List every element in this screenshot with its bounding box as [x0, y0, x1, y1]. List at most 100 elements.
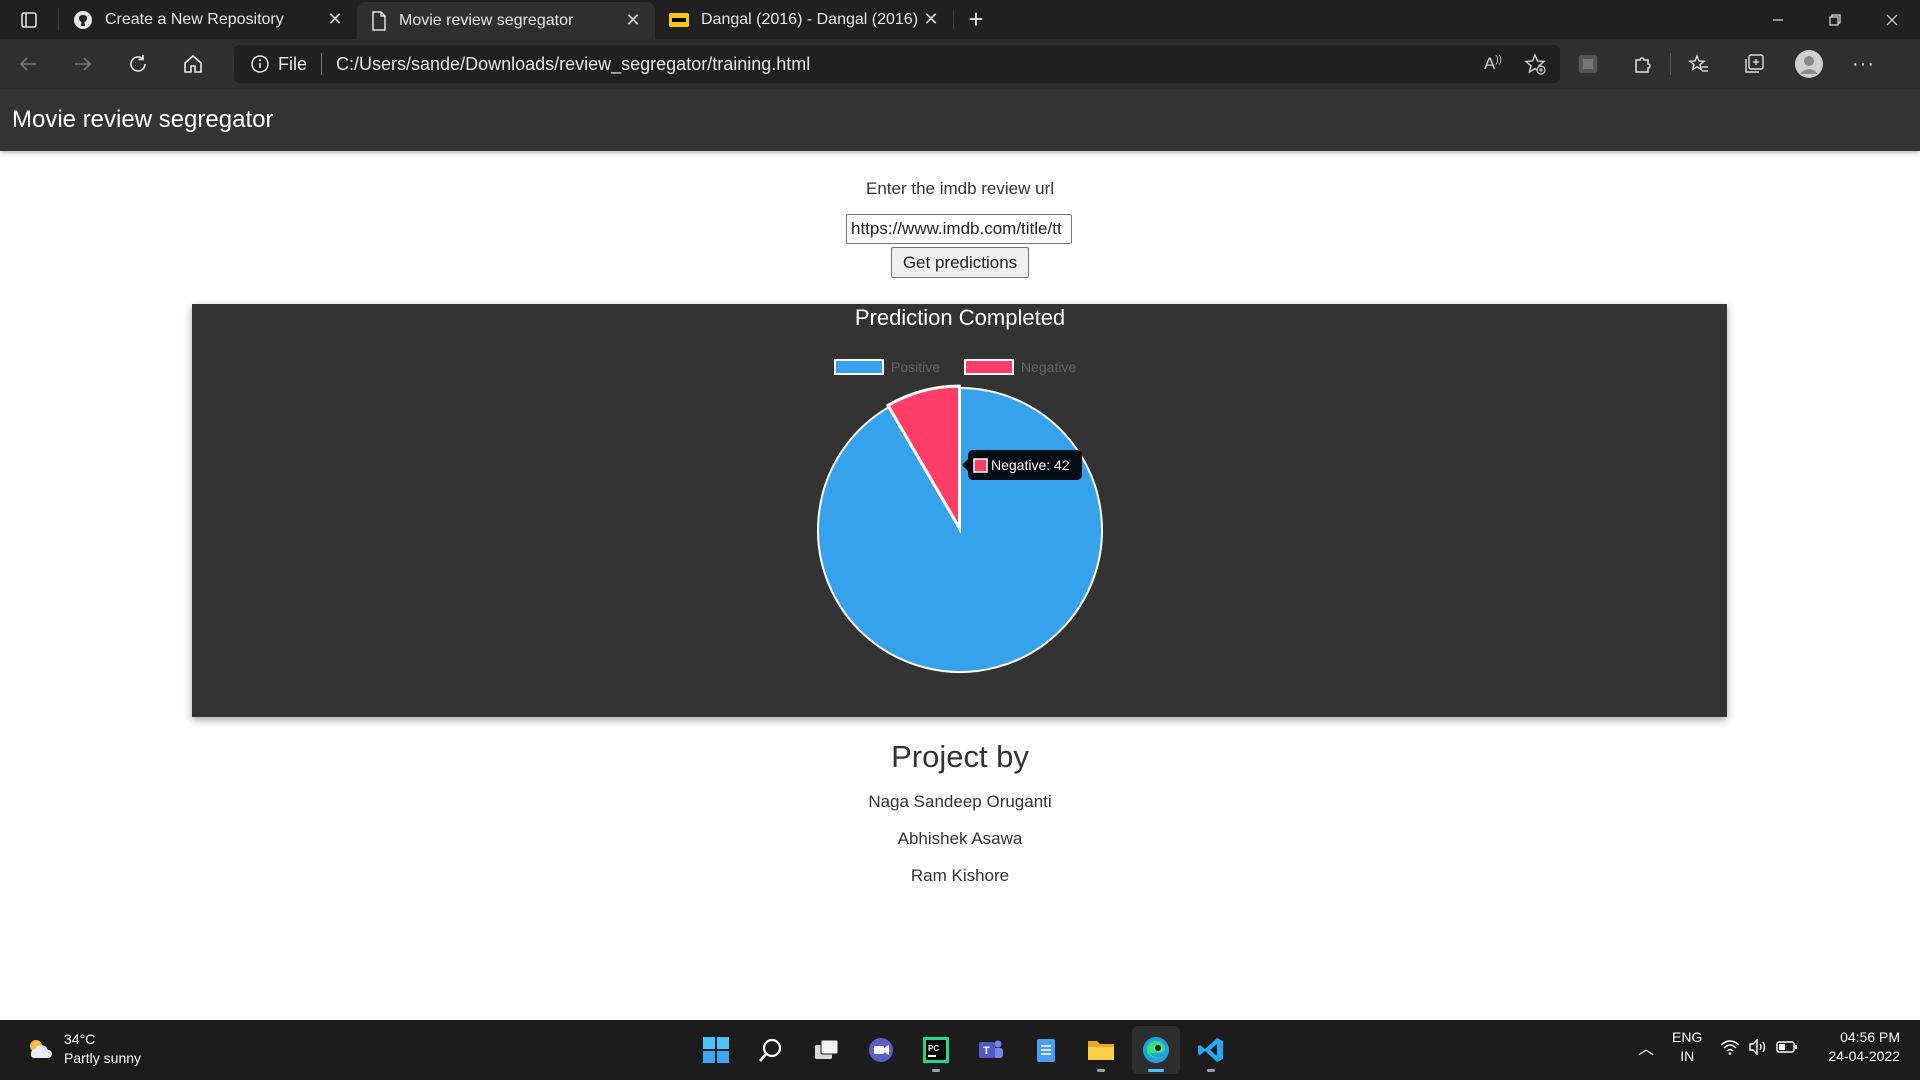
start-button[interactable]: [692, 1026, 740, 1074]
running-indicator: [1148, 1069, 1164, 1072]
tab-dangal-imdb[interactable]: Dangal (2016) - Dangal (2016) - ✕: [655, 0, 953, 39]
pycharm-button[interactable]: PC: [912, 1026, 960, 1074]
input-language-indicator[interactable]: ENG IN: [1672, 1028, 1702, 1066]
avatar-icon: [1794, 50, 1823, 78]
puzzle-icon: [1634, 57, 1651, 73]
add-favorite-icon[interactable]: [1524, 53, 1546, 75]
video-chat-icon: [869, 1038, 893, 1062]
restore-button[interactable]: [1806, 0, 1863, 39]
svg-text:T: T: [983, 1045, 990, 1057]
edge-icon: [1143, 1037, 1169, 1063]
system-tray: ︿ ENG IN 04:56 PM 24-04-2022: [1638, 1028, 1900, 1066]
windows-start-icon: [703, 1037, 729, 1063]
file-explorer-button[interactable]: [1077, 1026, 1125, 1074]
favorites-icon: [1687, 54, 1708, 72]
task-view-icon: [815, 1039, 839, 1059]
legend-swatch: [964, 359, 1014, 375]
forward-button[interactable]: [55, 39, 110, 89]
extension-square-icon: [1578, 55, 1597, 73]
url-label: Enter the imdb review url: [865, 179, 1055, 198]
extensions-button[interactable]: [1615, 39, 1670, 89]
toolbar-right-icons: ···: [1560, 39, 1891, 89]
folder-icon: [1088, 1041, 1114, 1060]
address-bar-actions: A)): [1484, 53, 1560, 75]
task-view-button[interactable]: [802, 1026, 850, 1074]
more-menu-button[interactable]: ···: [1836, 39, 1891, 89]
collections-icon: [1744, 54, 1764, 73]
profile-button[interactable]: [1781, 39, 1836, 89]
tab-close-icon[interactable]: ✕: [921, 9, 941, 30]
imdb-url-input[interactable]: [846, 214, 1072, 244]
running-indicator: [932, 1069, 940, 1072]
minimize-button[interactable]: [1749, 0, 1806, 39]
teams-chat-button[interactable]: [857, 1026, 905, 1074]
clock-time: 04:56 PM: [1840, 1029, 1900, 1045]
language-code: ENG: [1672, 1029, 1703, 1045]
team-member: Ram Kishore: [910, 866, 1010, 885]
team-member: Naga Sandeep Oruganti: [868, 792, 1052, 811]
quick-settings-button[interactable]: [1720, 1039, 1798, 1055]
weather-widget[interactable]: 34°C Partly sunny: [26, 1030, 141, 1068]
tab-create-repository[interactable]: Create a New Repository ✕: [59, 0, 357, 39]
extension-button[interactable]: [1560, 39, 1615, 89]
partly-sunny-icon: [30, 1040, 52, 1058]
close-window-button[interactable]: [1863, 0, 1920, 39]
address-bar[interactable]: File C:/Users/sande/Downloads/review_seg…: [234, 45, 1560, 83]
svg-text:PC: PC: [928, 1044, 939, 1053]
read-aloud-icon[interactable]: A)): [1484, 54, 1502, 74]
address-divider: [321, 53, 323, 75]
new-tab-button[interactable]: +: [954, 0, 998, 39]
app-header: Movie review segregator: [0, 89, 1920, 151]
forward-arrow-icon: [74, 57, 91, 71]
minimize-icon: [1772, 18, 1783, 21]
imdb-icon: [669, 12, 689, 27]
weather-temperature: 34°C: [64, 1031, 96, 1047]
pinned-apps: PC T: [692, 1026, 1235, 1074]
restore-icon: [1828, 13, 1841, 26]
region-code: IN: [1680, 1048, 1695, 1064]
search-icon: [759, 1038, 782, 1062]
clock[interactable]: 04:56 PM 24-04-2022: [1828, 1028, 1900, 1066]
file-icon: [372, 10, 386, 31]
legend-swatch: [834, 359, 884, 375]
tab-close-icon[interactable]: ✕: [623, 10, 643, 31]
chart-title: Prediction Completed: [855, 305, 1065, 330]
favorites-button[interactable]: [1671, 39, 1726, 89]
legend-label: Positive: [891, 359, 940, 375]
tooltip-label: Negative: 42: [991, 457, 1070, 473]
browser-tab-strip: Create a New Repository ✕ Movie review s…: [0, 0, 1920, 39]
url-text[interactable]: C:/Users/sande/Downloads/review_segregat…: [336, 54, 810, 75]
prediction-chart-panel: Prediction Completed Positive Negative Nega…: [192, 304, 1727, 717]
tooltip-swatch: [973, 458, 988, 473]
ellipsis-icon: ···: [1852, 52, 1875, 75]
plus-icon: +: [968, 4, 984, 34]
vscode-icon: [1198, 1038, 1223, 1062]
refresh-icon: [129, 55, 146, 72]
volume-icon: [1749, 1039, 1766, 1055]
notepad-icon: [1037, 1039, 1055, 1062]
teams-button[interactable]: T: [967, 1026, 1015, 1074]
back-arrow-icon: [19, 57, 36, 71]
notepad-button[interactable]: [1022, 1026, 1070, 1074]
edge-browser-button[interactable]: [1132, 1026, 1180, 1074]
site-info-button[interactable]: File: [234, 54, 307, 75]
tab-close-icon[interactable]: ✕: [325, 9, 345, 30]
get-predictions-button[interactable]: Get predictions: [891, 247, 1029, 278]
scheme-label: File: [278, 53, 308, 74]
search-button[interactable]: [747, 1026, 795, 1074]
home-button[interactable]: [165, 39, 220, 89]
pycharm-icon: PC: [923, 1037, 949, 1063]
tab-title: Dangal (2016) - Dangal (2016) -: [701, 10, 921, 28]
project-credits: Project by Naga Sandeep Oruganti Abhishe…: [0, 739, 1920, 886]
vscode-button[interactable]: [1187, 1026, 1235, 1074]
clock-date: 24-04-2022: [1828, 1048, 1900, 1064]
chevron-up-icon[interactable]: ︿: [1638, 1035, 1654, 1059]
tab-movie-review-segregator[interactable]: Movie review segregator ✕: [357, 2, 655, 39]
collections-button[interactable]: [1726, 39, 1781, 89]
legend-label: Negative: [1021, 359, 1076, 375]
tab-actions-button[interactable]: [0, 8, 59, 31]
teams-icon: T: [979, 1040, 1003, 1058]
tab-actions-icon: [21, 11, 37, 28]
refresh-button[interactable]: [110, 39, 165, 89]
back-button[interactable]: [0, 39, 55, 89]
